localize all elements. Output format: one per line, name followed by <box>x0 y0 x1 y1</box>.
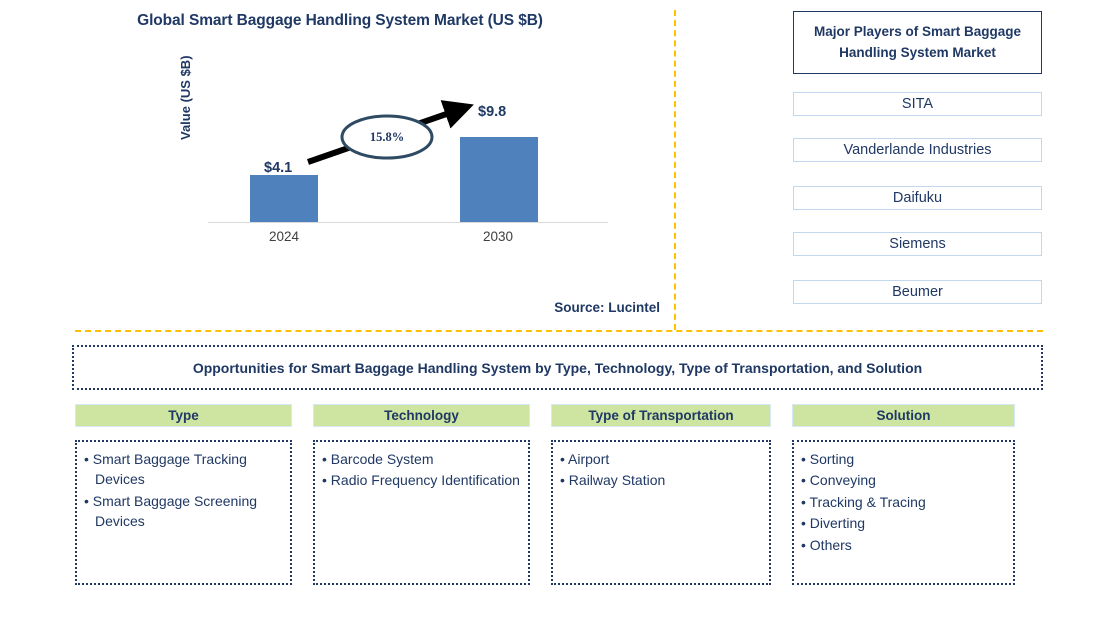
column-technology: Technology Barcode System Radio Frequenc… <box>313 404 530 585</box>
chart-baseline-axis <box>208 222 608 223</box>
player-item-4[interactable]: Siemens <box>793 232 1042 256</box>
column-body-solution: Sorting Conveying Tracking & Tracing Div… <box>792 440 1015 585</box>
list-item: Radio Frequency Identification <box>322 470 522 490</box>
list-item: Barcode System <box>322 449 522 469</box>
list-item: Conveying <box>801 470 1007 490</box>
opportunities-banner: Opportunities for Smart Baggage Handling… <box>72 345 1043 390</box>
list-item: Railway Station <box>560 470 763 490</box>
list-item: Airport <box>560 449 763 469</box>
column-solution: Solution Sorting Conveying Tracking & Tr… <box>792 404 1015 585</box>
vertical-divider <box>674 10 676 330</box>
source-note: Source: Lucintel <box>554 300 660 315</box>
column-type-of-transportation: Type of Transportation Airport Railway S… <box>551 404 771 585</box>
column-header-solution: Solution <box>792 404 1015 427</box>
column-header-technology: Technology <box>313 404 530 427</box>
x-axis-tick-2024: 2024 <box>268 229 300 244</box>
list-item: Smart Baggage Screening Devices <box>84 491 284 532</box>
column-header-type-of-transportation: Type of Transportation <box>551 404 771 427</box>
column-body-type: Smart Baggage Tracking Devices Smart Bag… <box>75 440 292 585</box>
column-type: Type Smart Baggage Tracking Devices Smar… <box>75 404 292 585</box>
column-body-type-of-transportation: Airport Railway Station <box>551 440 771 585</box>
bar-2024 <box>250 175 318 223</box>
x-axis-tick-2030: 2030 <box>482 229 514 244</box>
player-item-2[interactable]: Vanderlande Industries <box>793 138 1042 162</box>
list-item: Diverting <box>801 513 1007 533</box>
cagr-label: 15.8% <box>369 130 405 144</box>
player-item-1[interactable]: SITA <box>793 92 1042 116</box>
column-header-type: Type <box>75 404 292 427</box>
player-item-5[interactable]: Beumer <box>793 280 1042 304</box>
list-item: Sorting <box>801 449 1007 469</box>
major-players-header: Major Players of Smart Baggage Handling … <box>793 11 1042 74</box>
page-title: Global Smart Baggage Handling System Mar… <box>137 12 543 29</box>
list-item: Others <box>801 535 1007 555</box>
list-item: Tracking & Tracing <box>801 492 1007 512</box>
horizontal-divider <box>75 330 1043 332</box>
player-item-3[interactable]: Daifuku <box>793 186 1042 210</box>
bar-value-2024: $4.1 <box>264 160 293 176</box>
chart-y-axis-label: Value (US $B) <box>178 55 193 140</box>
column-body-technology: Barcode System Radio Frequency Identific… <box>313 440 530 585</box>
list-item: Smart Baggage Tracking Devices <box>84 449 284 490</box>
